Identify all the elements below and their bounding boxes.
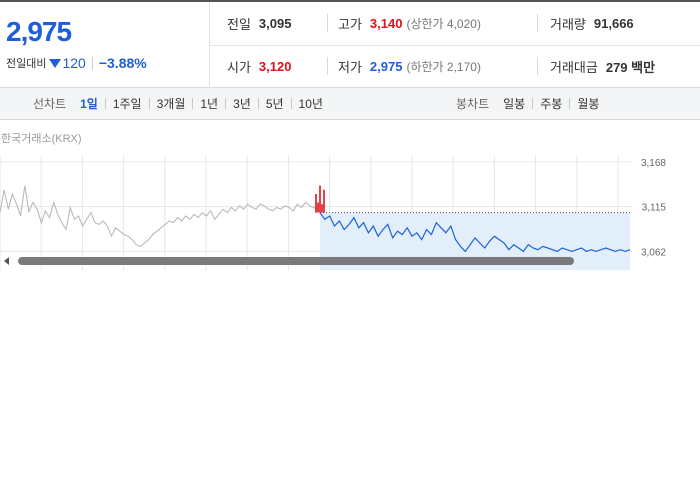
upper-limit: (상한가 4,020): [406, 17, 481, 31]
prev-close: 전일 3,095: [227, 2, 291, 45]
series-line-prev-day: [0, 185, 319, 247]
candle-chart-tabs: 봉차트 일봉 주봉 월봉: [456, 88, 599, 119]
divider: [532, 98, 534, 109]
tab-monthly-candle[interactable]: 월봉: [577, 95, 599, 112]
divider: [91, 56, 93, 70]
tab-weekly-candle[interactable]: 주봉: [540, 95, 562, 112]
prev-close-value: 3,095: [258, 16, 292, 31]
divider: [537, 57, 538, 75]
down-arrow-icon: [49, 58, 62, 68]
volume-value: 91,666: [593, 16, 634, 31]
divider: [569, 98, 571, 109]
low-price: 저가 2,975 (하한가 2,170): [338, 45, 481, 88]
low-value: 2,975: [369, 59, 403, 74]
price-chart: 한국거래소(KRX) 3,168 3,115 3,062: [0, 120, 700, 270]
chart-canvas: 3,1683,1153,062: [0, 156, 667, 270]
tab-1y[interactable]: 1년: [200, 95, 218, 112]
tab-1d[interactable]: 1일: [80, 95, 98, 112]
trade-amount: 거래대금 279 백만: [550, 45, 655, 88]
tab-10y[interactable]: 10년: [299, 95, 323, 112]
divider: [104, 98, 106, 109]
y-tick-label: 3,168: [641, 158, 666, 169]
high-value: 3,140: [369, 16, 403, 31]
quote-panel: 2,975 전일대비 120 −3.88% 전일 3,095 고가 3,140 …: [0, 0, 700, 88]
high-label: 고가: [338, 17, 362, 32]
prev-close-label: 전일: [227, 17, 251, 32]
amount-value: 279 백만: [605, 60, 656, 75]
tab-1w[interactable]: 1주일: [113, 95, 142, 112]
change-rate: −3.88%: [98, 55, 147, 71]
current-price-box: 2,975 전일대비 120 −3.88%: [0, 2, 210, 88]
amount-label: 거래대금: [550, 60, 598, 75]
tab-3y[interactable]: 3년: [233, 95, 251, 112]
tab-daily-candle[interactable]: 일봉: [503, 95, 525, 112]
stats-row-2: 시가 3,120 저가 2,975 (하한가 2,170) 거래대금 279 백…: [210, 45, 700, 88]
stats-row-1: 전일 3,095 고가 3,140 (상한가 4,020) 거래량 91,666: [210, 2, 700, 46]
low-label: 저가: [338, 60, 362, 75]
price-change-row: 전일대비 120 −3.88%: [6, 55, 147, 71]
scroll-thumb[interactable]: [18, 257, 574, 265]
divider: [192, 98, 194, 109]
chart-scrollbar[interactable]: [0, 254, 700, 268]
scroll-left-arrow-icon[interactable]: [4, 257, 9, 265]
open-label: 시가: [227, 60, 251, 75]
volume-label: 거래량: [550, 17, 586, 32]
open-price: 시가 3,120: [227, 45, 291, 88]
chart-tabs: 선차트 1일 1주일 3개월 1년 3년 5년 10년 봉차트 일봉 주봉 월봉: [0, 88, 700, 120]
divider: [257, 98, 259, 109]
candle-chart-label: 봉차트: [456, 97, 490, 111]
tab-3m[interactable]: 3개월: [157, 95, 186, 112]
divider: [290, 98, 292, 109]
change-label: 전일대비: [6, 58, 47, 70]
divider: [537, 14, 538, 32]
line-chart-label: 선차트: [33, 97, 67, 111]
divider: [327, 57, 328, 75]
divider: [225, 98, 227, 109]
volume: 거래량 91,666: [550, 2, 634, 45]
change-value: 120: [62, 55, 86, 71]
y-tick-label: 3,115: [642, 203, 667, 214]
tab-5y[interactable]: 5년: [266, 95, 284, 112]
high-price: 고가 3,140 (상한가 4,020): [338, 2, 481, 45]
open-value: 3,120: [258, 59, 292, 74]
divider: [327, 14, 328, 32]
quote-stats: 전일 3,095 고가 3,140 (상한가 4,020) 거래량 91,666…: [210, 2, 700, 88]
divider: [148, 98, 150, 109]
line-chart-tabs: 선차트 1일 1주일 3개월 1년 3년 5년 10년: [33, 88, 323, 119]
current-price: 2,975: [6, 16, 72, 47]
lower-limit: (하한가 2,170): [406, 60, 481, 74]
